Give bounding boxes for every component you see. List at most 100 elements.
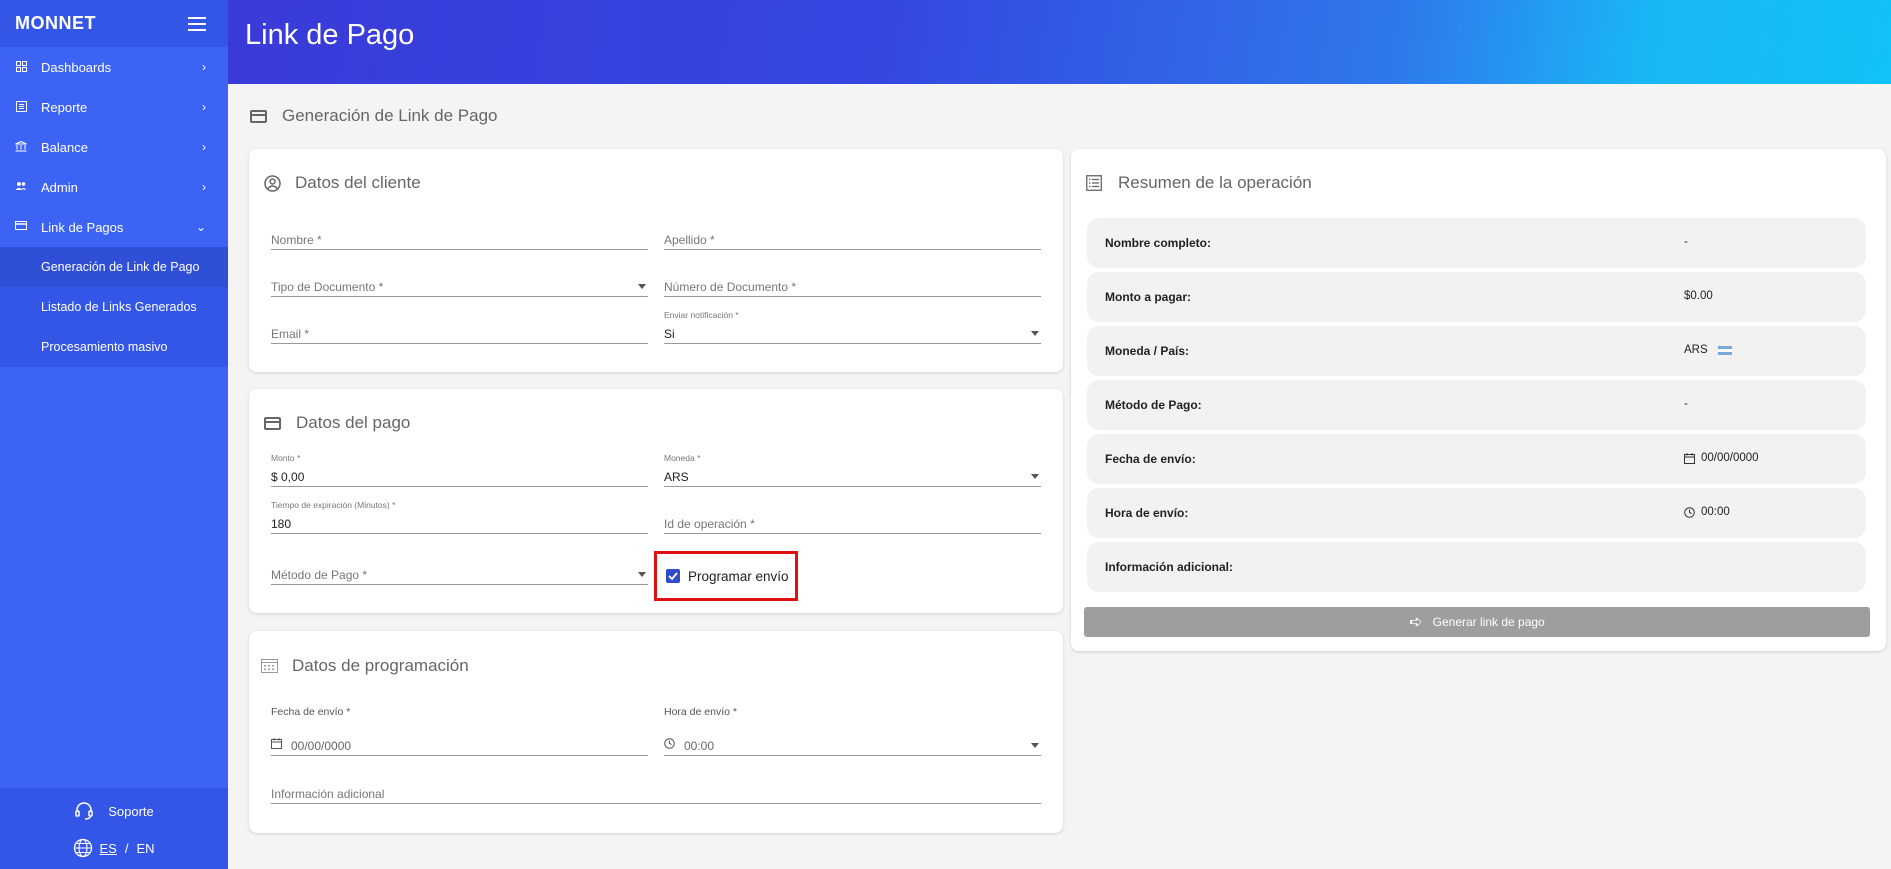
hamburger-menu-icon[interactable] [188, 16, 206, 31]
panel-title-programacion: Datos de programación [261, 656, 469, 676]
chevron-down-icon: ⌄ [195, 220, 206, 234]
summary-value: $0.00 [1684, 290, 1713, 302]
summary-key: Nombre completo: [1105, 236, 1212, 250]
list-icon [1086, 175, 1102, 191]
tipo-documento-placeholder: Tipo de Documento * [271, 280, 384, 294]
summary-value-text: - [1684, 236, 1688, 248]
summary-value-text: $0.00 [1684, 290, 1713, 302]
sidebar-item-label: Reporte [41, 99, 88, 115]
hora-envio-select[interactable]: Hora de envío * 00:00 [664, 706, 1041, 756]
panel-title-cliente: Datos del cliente [264, 173, 421, 193]
credit-card-icon [264, 416, 281, 430]
hora-envio-label: Hora de envío * [664, 706, 737, 718]
dashboard-icon [15, 61, 27, 73]
sidebar-subitem-procesamiento[interactable]: Procesamiento masivo [0, 327, 228, 367]
summary-value: ARS [1684, 344, 1732, 356]
globe-icon [74, 838, 93, 858]
summary-row-fecha: Fecha de envío: 00/00/0000 [1087, 434, 1866, 484]
chevron-right-icon: › [202, 140, 206, 154]
credit-card-icon [250, 109, 267, 123]
calendar-icon [271, 738, 282, 752]
users-icon [15, 181, 27, 193]
informacion-adicional-placeholder: Información adicional [271, 787, 385, 801]
chevron-right-icon: › [202, 100, 206, 114]
lang-en-link[interactable]: EN [136, 841, 154, 856]
dropdown-arrow-icon [1031, 331, 1039, 336]
sidebar-item-link-de-pagos[interactable]: Link de Pagos ⌄ [0, 207, 228, 247]
summary-key: Moneda / País: [1105, 344, 1190, 358]
summary-value-text: ARS [1684, 344, 1708, 356]
apellido-field[interactable]: Apellido * [664, 230, 1041, 250]
informacion-adicional-field[interactable]: Información adicional [271, 784, 1041, 804]
generar-link-label: Generar link de pago [1432, 615, 1545, 629]
expiracion-value: 180 [271, 517, 292, 531]
summary-row-monto: Monto a pagar: $0.00 [1087, 272, 1866, 322]
logo: MONNET [15, 13, 96, 33]
summary-key: Información adicional: [1105, 560, 1234, 574]
page-title: Link de Pago [245, 19, 415, 51]
sidebar-item-dashboards[interactable]: Dashboards › [0, 47, 228, 87]
generar-link-button[interactable]: ➪ Generar link de pago [1084, 607, 1870, 637]
checkbox-checked-icon[interactable] [666, 569, 680, 583]
nombre-placeholder: Nombre * [271, 233, 322, 247]
sidebar-subitem-generacion[interactable]: Generación de Link de Pago [0, 247, 228, 287]
email-placeholder: Email * [271, 327, 310, 341]
summary-row-metodo: Método de Pago: - [1087, 380, 1866, 430]
fecha-envio-field[interactable]: Fecha de envío * 00/00/0000 [271, 706, 648, 756]
sidebar-footer: Soporte ES / EN [0, 788, 228, 869]
dropdown-arrow-icon [638, 284, 646, 289]
fecha-envio-label: Fecha de envío * [271, 706, 351, 718]
sidebar-item-balance[interactable]: Balance › [0, 127, 228, 167]
summary-key: Fecha de envío: [1105, 452, 1196, 466]
summary-value-text: - [1684, 398, 1688, 410]
id-operacion-field[interactable]: Id de operación * [664, 514, 1041, 534]
chevron-right-icon: › [202, 60, 206, 74]
monto-label: Monto * [271, 453, 301, 463]
enviar-notificacion-select[interactable]: Enviar notificación * Si [664, 310, 1041, 344]
chevron-right-icon: › [202, 180, 206, 194]
metodo-pago-select[interactable]: Método de Pago * [271, 565, 648, 585]
dropdown-arrow-icon [1031, 474, 1039, 479]
sidebar-item-admin[interactable]: Admin › [0, 167, 228, 207]
monto-field[interactable]: Monto * $ 0,00 [271, 453, 648, 487]
summary-value: 00/00/0000 [1684, 452, 1759, 464]
panel-title-resumen: Resumen de la operación [1086, 173, 1312, 193]
lang-es-link[interactable]: ES [99, 841, 116, 856]
email-field[interactable]: Email * [271, 324, 648, 344]
argentina-flag-icon [1717, 345, 1732, 355]
submenu-link-de-pagos: Generación de Link de Pago Listado de Li… [0, 247, 228, 367]
page-header: Link de Pago [228, 0, 1891, 84]
sidebar-item-reporte[interactable]: Reporte › [0, 87, 228, 127]
dropdown-arrow-icon [638, 572, 646, 577]
panel-title-label: Resumen de la operación [1118, 173, 1312, 192]
programar-envio-label: Programar envío [688, 568, 789, 584]
panel-title-label: Datos del pago [296, 413, 411, 432]
moneda-select[interactable]: Moneda * ARS [664, 453, 1041, 487]
arrow-right-icon: ➪ [1409, 614, 1423, 631]
user-circle-icon [264, 174, 281, 192]
panel-title-pago: Datos del pago [264, 413, 410, 433]
support-link[interactable]: Soporte [0, 792, 228, 830]
tipo-documento-select[interactable]: Tipo de Documento * [271, 277, 648, 297]
metodo-pago-placeholder: Método de Pago * [271, 568, 368, 582]
summary-value: - [1684, 236, 1688, 248]
enviar-notificacion-label: Enviar notificación * [664, 310, 739, 320]
dropdown-arrow-icon [1031, 743, 1039, 748]
monto-value: $ 0,00 [271, 470, 305, 484]
sidebar-item-label: Link de Pagos [41, 219, 124, 235]
report-icon [15, 101, 27, 113]
panel-title-label: Datos del cliente [295, 173, 421, 192]
clock-icon [1684, 506, 1695, 518]
programar-envio-checkbox[interactable]: Programar envío [654, 551, 798, 601]
sidebar-subitem-listado[interactable]: Listado de Links Generados [0, 287, 228, 327]
support-label: Soporte [108, 803, 154, 819]
headset-icon [75, 802, 93, 820]
summary-value-text: 00/00/0000 [1701, 452, 1759, 464]
nombre-field[interactable]: Nombre * [271, 230, 648, 250]
numero-documento-field[interactable]: Número de Documento * [664, 277, 1041, 297]
sidebar: MONNET Dashboards › Reporte › Balance › … [0, 0, 228, 869]
card-icon [15, 221, 27, 233]
sidebar-item-label: Admin [41, 179, 78, 195]
expiracion-field[interactable]: Tiempo de expiración (Minutos) * 180 [271, 500, 648, 534]
lang-separator: / [124, 840, 129, 856]
